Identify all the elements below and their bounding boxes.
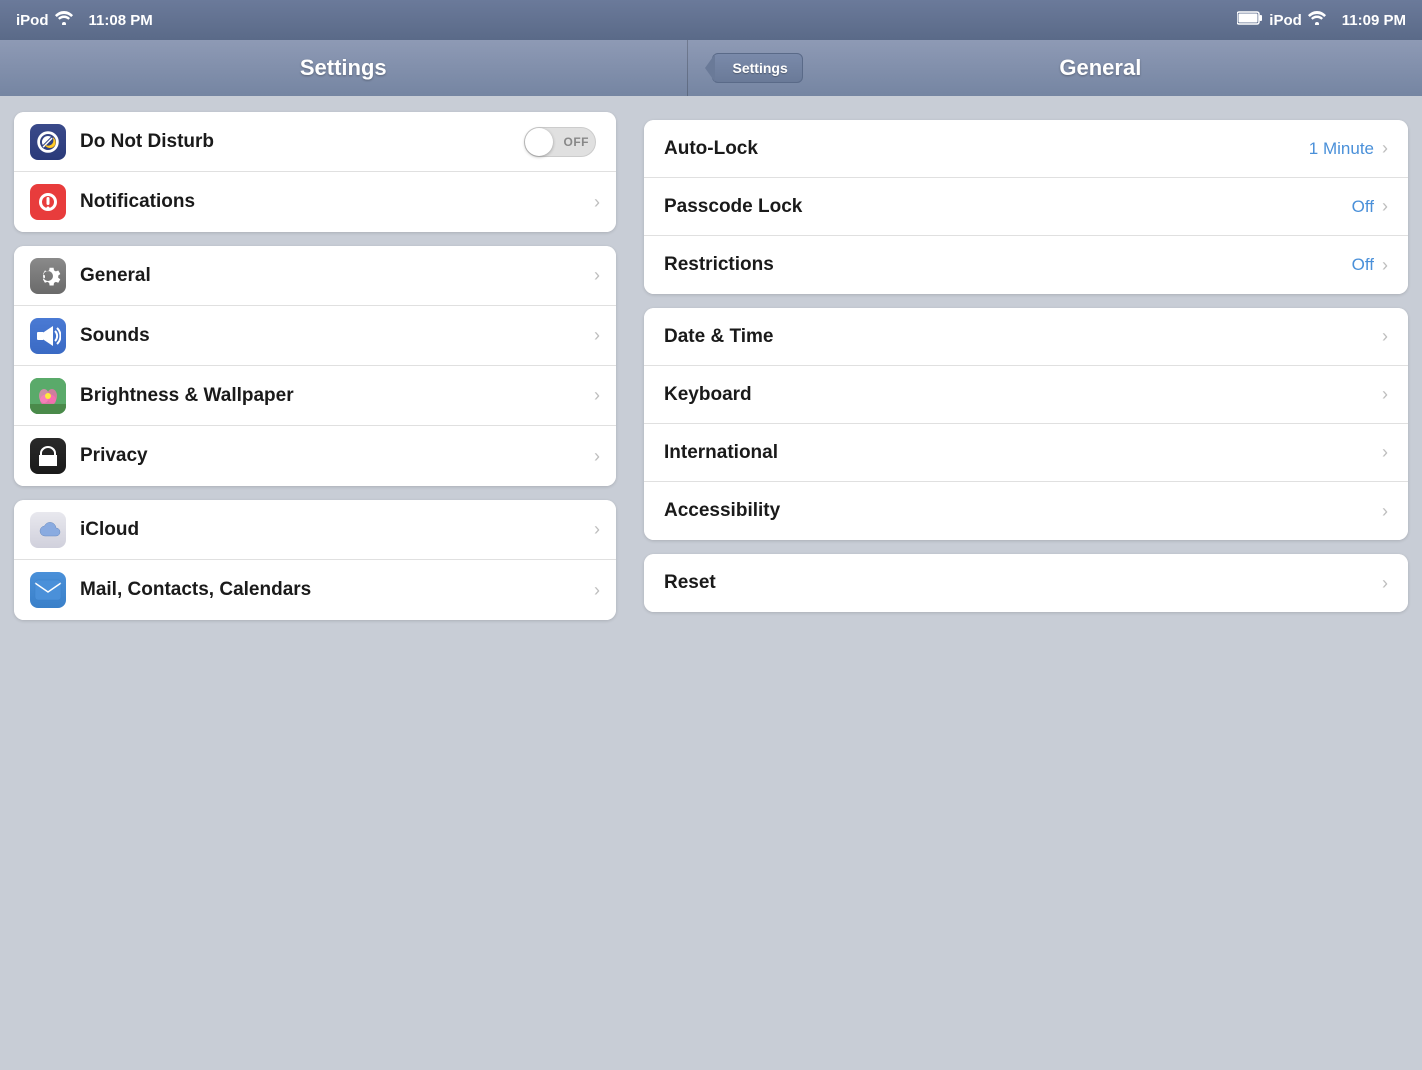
reset-row[interactable]: Reset ›	[644, 554, 1408, 612]
brightness-wallpaper-chevron: ›	[594, 385, 600, 406]
brightness-wallpaper-label: Brightness & Wallpaper	[80, 385, 594, 407]
passcode-lock-row[interactable]: Passcode Lock Off ›	[644, 178, 1408, 236]
date-time-label: Date & Time	[664, 326, 1382, 348]
time-right: 11:09 PM	[1342, 12, 1406, 29]
svg-text:🌙: 🌙	[44, 136, 56, 149]
settings-group-2: General › Sounds ›	[14, 246, 616, 486]
international-chevron: ›	[1382, 442, 1388, 463]
privacy-label: Privacy	[80, 445, 594, 467]
passcode-lock-value: Off	[1352, 197, 1374, 217]
mail-icon	[30, 572, 66, 608]
privacy-row[interactable]: Privacy ›	[14, 426, 616, 486]
settings-title: Settings	[300, 55, 387, 81]
general-icon	[30, 258, 66, 294]
right-panel: Auto-Lock 1 Minute › Passcode Lock Off ›…	[630, 96, 1422, 1070]
reset-label: Reset	[664, 572, 1382, 594]
date-time-chevron: ›	[1382, 326, 1388, 347]
general-label: General	[80, 265, 594, 287]
restrictions-row[interactable]: Restrictions Off ›	[644, 236, 1408, 294]
keyboard-chevron: ›	[1382, 384, 1388, 405]
do-not-disturb-row[interactable]: 🌙 Do Not Disturb OFF	[14, 112, 616, 172]
do-not-disturb-icon: 🌙	[30, 124, 66, 160]
device-name-left: iPod	[16, 12, 49, 29]
passcode-lock-label: Passcode Lock	[664, 196, 1352, 218]
settings-group-3: iCloud › Mail, Contacts, Calendars ›	[14, 500, 616, 620]
time-left: 11:08 PM	[89, 12, 153, 29]
keyboard-label: Keyboard	[664, 384, 1382, 406]
back-button[interactable]: Settings	[712, 53, 803, 83]
privacy-chevron: ›	[594, 446, 600, 467]
status-bar: iPod 11:08 PM iPod 11:09 P	[0, 0, 1422, 40]
device-name-right: iPod	[1269, 12, 1302, 29]
mail-contacts-calendars-chevron: ›	[594, 580, 600, 601]
international-row[interactable]: International ›	[644, 424, 1408, 482]
do-not-disturb-toggle[interactable]: OFF	[524, 127, 596, 157]
auto-lock-value: 1 Minute	[1309, 139, 1374, 159]
auto-lock-row[interactable]: Auto-Lock 1 Minute ›	[644, 120, 1408, 178]
nav-right-section: Settings General	[688, 53, 1422, 83]
brightness-wallpaper-row[interactable]: Brightness & Wallpaper ›	[14, 366, 616, 426]
mail-contacts-calendars-row[interactable]: Mail, Contacts, Calendars ›	[14, 560, 616, 620]
nav-bar: Settings Settings General	[0, 40, 1422, 96]
nav-left-section: Settings	[0, 55, 687, 81]
toggle-state: OFF	[564, 135, 590, 149]
right-settings-group-1: Auto-Lock 1 Minute › Passcode Lock Off ›…	[644, 120, 1408, 294]
reset-chevron: ›	[1382, 573, 1388, 594]
main-content: 🌙 Do Not Disturb OFF	[0, 96, 1422, 1070]
sounds-label: Sounds	[80, 325, 594, 347]
accessibility-chevron: ›	[1382, 501, 1388, 522]
auto-lock-chevron: ›	[1382, 138, 1388, 159]
international-label: International	[664, 442, 1382, 464]
privacy-icon	[30, 438, 66, 474]
status-left: iPod 11:08 PM	[0, 0, 541, 40]
sounds-icon	[30, 318, 66, 354]
settings-group-1: 🌙 Do Not Disturb OFF	[14, 112, 616, 232]
right-settings-group-3: Reset ›	[644, 554, 1408, 612]
status-center	[541, 0, 881, 40]
restrictions-chevron: ›	[1382, 255, 1388, 276]
passcode-lock-chevron: ›	[1382, 196, 1388, 217]
sounds-chevron: ›	[594, 325, 600, 346]
date-time-row[interactable]: Date & Time ›	[644, 308, 1408, 366]
notifications-icon	[30, 184, 66, 220]
icloud-icon	[30, 512, 66, 548]
restrictions-label: Restrictions	[664, 254, 1352, 276]
notifications-chevron: ›	[594, 192, 600, 213]
battery-icon-right	[1237, 11, 1263, 29]
icloud-row[interactable]: iCloud ›	[14, 500, 616, 560]
restrictions-value: Off	[1352, 255, 1374, 275]
general-chevron: ›	[594, 265, 600, 286]
brightness-icon	[30, 378, 66, 414]
general-title: General	[803, 55, 1398, 81]
left-panel: 🌙 Do Not Disturb OFF	[0, 96, 630, 1070]
wifi-icon-left	[55, 11, 73, 29]
auto-lock-label: Auto-Lock	[664, 138, 1309, 160]
wifi-icon-right	[1308, 11, 1326, 29]
general-row[interactable]: General ›	[14, 246, 616, 306]
notifications-row[interactable]: Notifications ›	[14, 172, 616, 232]
status-right: iPod 11:09 PM	[881, 0, 1422, 40]
icloud-label: iCloud	[80, 519, 594, 541]
icloud-chevron: ›	[594, 519, 600, 540]
mail-contacts-calendars-label: Mail, Contacts, Calendars	[80, 579, 594, 601]
notifications-label: Notifications	[80, 191, 594, 213]
do-not-disturb-label: Do Not Disturb	[80, 131, 524, 153]
sounds-row[interactable]: Sounds ›	[14, 306, 616, 366]
accessibility-label: Accessibility	[664, 500, 1382, 522]
keyboard-row[interactable]: Keyboard ›	[644, 366, 1408, 424]
right-settings-group-2: Date & Time › Keyboard › International ›…	[644, 308, 1408, 540]
accessibility-row[interactable]: Accessibility ›	[644, 482, 1408, 540]
toggle-knob	[525, 128, 553, 156]
